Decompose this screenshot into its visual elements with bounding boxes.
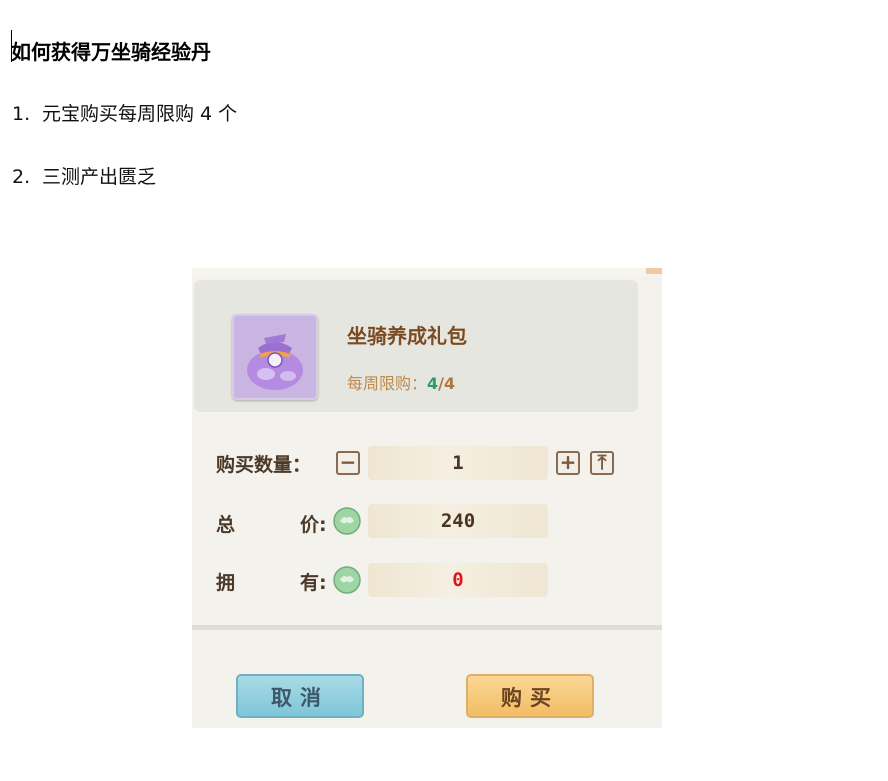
document-heading: 如何获得万坐骑经验丹 (11, 40, 211, 64)
owned-label-end: 有: (300, 572, 327, 594)
owned-label-start: 拥 (216, 572, 236, 594)
cancel-button[interactable]: 取消 (236, 674, 364, 718)
weekly-limit-total: 4 (444, 374, 456, 393)
decrease-button[interactable]: − (336, 451, 360, 475)
jade-coin-icon (333, 507, 361, 535)
increase-button[interactable]: + (556, 451, 580, 475)
dialog-top-edge (192, 268, 662, 276)
weekly-limit-current: 4 (427, 374, 439, 393)
divider (192, 625, 662, 630)
list-number: 1. (12, 103, 31, 125)
list-item: 2. 三测产出匮乏 (12, 162, 156, 189)
total-price-label-end: 价: (300, 514, 327, 536)
jade-coin-icon (333, 566, 361, 594)
list-text: 三测产出匮乏 (42, 166, 157, 188)
purple-gift-bag-icon (247, 334, 303, 390)
weekly-limit: 每周限购：4/4 (347, 370, 455, 394)
purchase-dialog-screenshot: 坐骑养成礼包 每周限购：4/4 购买数量： − 1 + ⤒ 总 价: 240 拥… (192, 268, 662, 728)
owned-amount-value: 0 (368, 563, 548, 597)
pack-header-panel: 坐骑养成礼包 每周限购：4/4 (194, 280, 638, 412)
pack-name: 坐骑养成礼包 (347, 324, 467, 348)
max-quantity-button[interactable]: ⤒ (590, 451, 614, 475)
list-item: 1. 元宝购买每周限购 4 个 (12, 99, 237, 126)
list-text: 元宝购买每周限购 4 个 (42, 103, 238, 125)
total-price-value: 240 (368, 504, 548, 538)
buy-button[interactable]: 购买 (466, 674, 594, 718)
item-slot[interactable] (232, 314, 318, 400)
list-number: 2. (12, 166, 31, 188)
total-price-label-start: 总 (216, 514, 236, 536)
quantity-label: 购买数量： (216, 454, 312, 476)
weekly-limit-label: 每周限购： (347, 374, 428, 393)
quantity-input[interactable]: 1 (368, 446, 548, 480)
